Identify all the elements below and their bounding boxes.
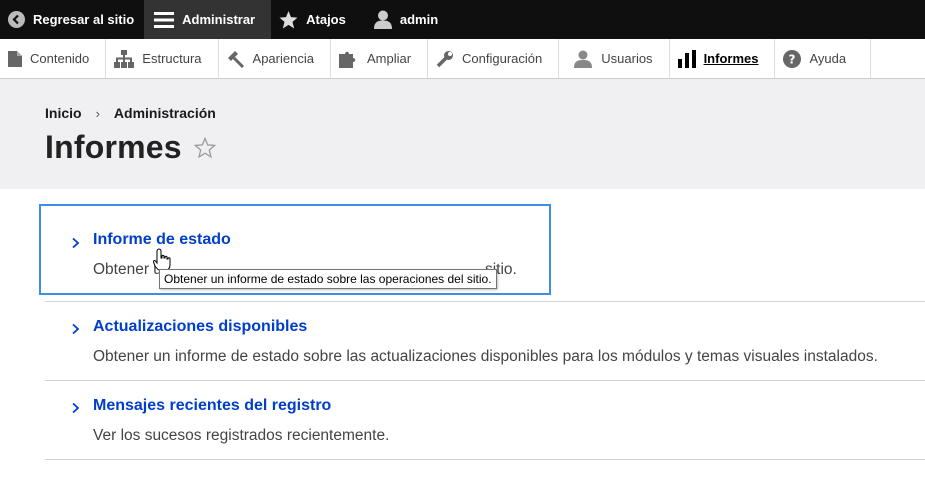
- tray-item-ampliar[interactable]: Ampliar: [331, 39, 429, 78]
- tray-label: Ampliar: [366, 51, 412, 66]
- tooltip: Obtener un informe de estado sobre las o…: [159, 269, 497, 289]
- item-description: Obtener un informe de estado sobre las a…: [93, 348, 878, 365]
- tray-label: Contenido: [30, 51, 90, 66]
- tray-label: Usuarios: [601, 51, 653, 66]
- tray-label: Informes: [703, 51, 759, 66]
- tray-item-configuracion[interactable]: Configuración: [428, 39, 560, 78]
- admin-item-recent-log-messages[interactable]: Mensajes recientes del registro Ver los …: [45, 381, 925, 460]
- page-header: Inicio › Administración Informes: [0, 79, 925, 189]
- back-to-site-label: Regresar al sitio: [33, 12, 135, 27]
- item-link[interactable]: Actualizaciones disponibles: [93, 318, 925, 336]
- tray-item-ayuda[interactable]: ? Ayuda: [775, 39, 872, 78]
- puzzle-icon: [338, 51, 356, 68]
- breadcrumb-admin-link[interactable]: Administración: [114, 105, 216, 121]
- tray-item-contenido[interactable]: Contenido: [0, 39, 107, 78]
- admin-toolbar: Regresar al sitio Administrar Atajos adm…: [0, 0, 925, 39]
- item-description-start: Obtener u: [93, 261, 162, 278]
- shortcuts-label: Atajos: [306, 12, 346, 27]
- breadcrumb-separator: ›: [95, 105, 100, 121]
- tray-item-informes[interactable]: Informes: [670, 39, 776, 78]
- tray-item-usuarios[interactable]: Usuarios: [559, 39, 670, 78]
- tray-label: Configuración: [462, 51, 543, 66]
- item-link[interactable]: Informe de estado: [93, 231, 549, 249]
- users-icon: [574, 50, 593, 68]
- admin-item-available-updates[interactable]: Actualizaciones disponibles Obtener un i…: [45, 302, 925, 381]
- paintbrush-icon: [227, 50, 244, 68]
- breadcrumb: Inicio › Administración: [45, 105, 880, 121]
- admin-item-status-report[interactable]: Informe de estado Obtener u sitio. Obtene…: [39, 204, 551, 295]
- admin-list: Informe de estado Obtener u sitio. Obtene…: [39, 204, 925, 460]
- chevron-right-icon: [72, 238, 80, 248]
- sitemap-icon: [114, 49, 135, 68]
- breadcrumb-home-link[interactable]: Inicio: [45, 105, 82, 121]
- tray-item-estructura[interactable]: Estructura: [106, 39, 219, 78]
- svg-text:?: ?: [789, 52, 796, 66]
- tray-label: Apariencia: [252, 51, 314, 66]
- star-icon: [279, 10, 298, 29]
- user-icon: [373, 10, 392, 29]
- tray-label: Estructura: [142, 51, 202, 66]
- chevron-right-icon: [72, 403, 80, 413]
- manage-button[interactable]: Administrar: [144, 0, 272, 39]
- document-icon: [8, 50, 22, 67]
- chevron-right-icon: [72, 324, 80, 334]
- back-to-site-button[interactable]: Regresar al sitio: [0, 0, 144, 39]
- back-arrow-icon: [8, 11, 25, 28]
- user-button[interactable]: admin: [356, 0, 448, 39]
- bar-chart-icon: [677, 49, 696, 68]
- item-link[interactable]: Mensajes recientes del registro: [93, 397, 925, 415]
- tray-label: Ayuda: [809, 51, 847, 66]
- item-description: Ver los sucesos registrados recientement…: [93, 427, 390, 444]
- admin-tray: Contenido Estructura Apariencia Ampliar …: [0, 39, 925, 79]
- help-icon: ?: [783, 49, 802, 68]
- user-label: admin: [399, 12, 439, 27]
- title-row: Informes: [45, 129, 880, 166]
- manage-label: Administrar: [182, 12, 256, 27]
- page-title: Informes: [45, 129, 182, 165]
- shortcuts-button[interactable]: Atajos: [271, 0, 356, 39]
- wrench-icon: [436, 50, 454, 67]
- tray-item-apariencia[interactable]: Apariencia: [219, 39, 331, 78]
- hamburger-menu-icon: [154, 11, 175, 28]
- shortcut-star-icon[interactable]: [193, 136, 216, 159]
